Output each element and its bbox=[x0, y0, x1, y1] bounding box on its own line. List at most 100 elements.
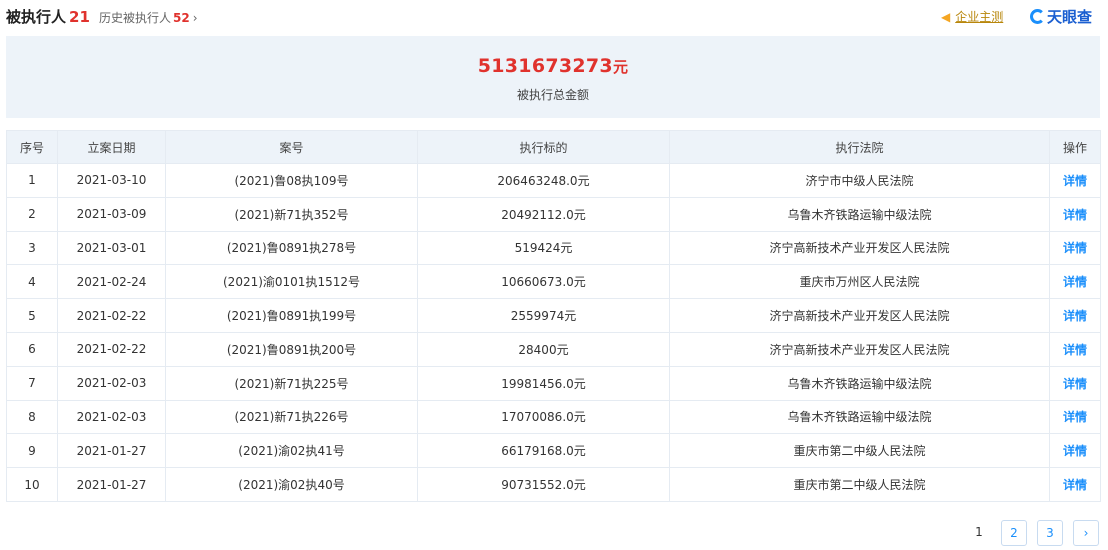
header-col-index: 序号 bbox=[6, 130, 58, 164]
table-row: 4 2021-02-24 (2021)渝0101执1512号 10660673.0元重… bbox=[6, 264, 1101, 300]
court-name-cell: 济宁市中级人民法院 bbox=[669, 163, 1050, 198]
details-link[interactable]: 详情 bbox=[1063, 309, 1087, 323]
header-col-court: 执行法院 bbox=[669, 130, 1050, 164]
header-col-filing-date: 立案日期 bbox=[57, 130, 166, 164]
court-name-cell: 重庆市第二中级人民法院 bbox=[669, 433, 1050, 469]
next-page-button[interactable]: › bbox=[1073, 520, 1099, 546]
execution-amount-cell: 206463248.0元 bbox=[417, 163, 670, 198]
executed-table: 序号 立案日期 案号 执行标的 执行法院 操作 1 2021-03-10 (2021)鲁08执… bbox=[6, 130, 1101, 502]
case-number-cell: (2021)鲁0891执200号 bbox=[165, 331, 418, 367]
row-index-cell: 3 bbox=[6, 230, 58, 266]
court-name-cell: 济宁高新技术产业开发区人民法院 bbox=[669, 331, 1050, 367]
filing-date-cell: 2021-03-01 bbox=[57, 230, 166, 266]
page-current: 1 bbox=[975, 525, 983, 539]
header-col-action: 操作 bbox=[1049, 130, 1101, 164]
case-number-cell: (2021)渝02执41号 bbox=[165, 433, 418, 469]
vip-label: 企业主测 bbox=[955, 10, 1004, 24]
details-link[interactable]: 详情 bbox=[1063, 377, 1087, 391]
table-row: 6 2021-02-22 (2021)鲁0891执200号 28400元 济宁高新技术产… bbox=[6, 331, 1101, 367]
execution-amount-cell: 28400元 bbox=[417, 331, 670, 367]
case-number-cell: (2021)鲁08执109号 bbox=[165, 163, 418, 198]
court-name-cell: 重庆市万州区人民法院 bbox=[669, 264, 1050, 300]
header-col-case-number: 案号 bbox=[165, 130, 418, 164]
top-bar: 被执行人 21 历史被执行人 52 › ◀ 企业主测 天眼查 bbox=[0, 0, 1108, 34]
details-link[interactable]: 详情 bbox=[1063, 444, 1087, 458]
history-executed-link[interactable]: 历史被执行人 52 › bbox=[99, 9, 198, 26]
filing-date-cell: 2021-02-24 bbox=[57, 264, 166, 300]
row-index-cell: 1 bbox=[6, 163, 58, 198]
brand-name: 天眼查 bbox=[1047, 8, 1093, 26]
filing-date-cell: 2021-03-10 bbox=[57, 163, 166, 198]
case-number-cell: (2021)渝02执40号 bbox=[165, 467, 418, 502]
details-link-cell: 详情 bbox=[1049, 433, 1101, 469]
details-link[interactable]: 详情 bbox=[1063, 174, 1087, 188]
row-index-cell: 10 bbox=[6, 467, 58, 502]
speaker-icon: ◀ bbox=[941, 10, 951, 24]
filing-date-cell: 2021-01-27 bbox=[57, 467, 166, 502]
details-link[interactable]: 详情 bbox=[1063, 343, 1087, 357]
details-link[interactable]: 详情 bbox=[1063, 478, 1087, 492]
case-number-cell: (2021)新71执226号 bbox=[165, 399, 418, 435]
details-link[interactable]: 详情 bbox=[1063, 241, 1087, 255]
summary-panel: 5131673273元 被执行总金额 bbox=[6, 36, 1100, 118]
tianyancha-logo-icon bbox=[1030, 9, 1045, 24]
section-title-count: 21 bbox=[69, 8, 90, 26]
case-number-cell: (2021)新71执225号 bbox=[165, 365, 418, 401]
row-index-cell: 4 bbox=[6, 264, 58, 300]
page-3-button[interactable]: 3 bbox=[1037, 520, 1063, 546]
row-index-cell: 2 bbox=[6, 196, 58, 232]
court-name-cell: 乌鲁木齐铁路运输中级法院 bbox=[669, 365, 1050, 401]
row-index-cell: 8 bbox=[6, 399, 58, 435]
total-amount: 5131673273元 bbox=[6, 55, 1100, 77]
row-index-cell: 5 bbox=[6, 298, 58, 333]
vip-link[interactable]: ◀ 企业主测 bbox=[941, 8, 1003, 25]
table-row: 8 2021-02-03 (2021)新71执226号 17070086.0元 乌鲁木齐… bbox=[6, 399, 1101, 435]
details-link-cell: 详情 bbox=[1049, 399, 1101, 435]
execution-amount-cell: 90731552.0元 bbox=[417, 467, 670, 502]
filing-date-cell: 2021-02-03 bbox=[57, 399, 166, 435]
total-amount-value: 5131673273 bbox=[477, 55, 613, 77]
page-2-button[interactable]: 2 bbox=[1001, 520, 1027, 546]
court-name-cell: 济宁高新技术产业开发区人民法院 bbox=[669, 298, 1050, 333]
table-row: 2 2021-03-09 (2021)新71执352号 20492112.0元 乌鲁木齐… bbox=[6, 196, 1101, 232]
brand-logo: 天眼查 bbox=[1030, 6, 1092, 27]
row-index-cell: 6 bbox=[6, 331, 58, 367]
section-title-label: 被执行人 bbox=[6, 8, 67, 26]
details-link-cell: 详情 bbox=[1049, 298, 1101, 333]
court-name-cell: 乌鲁木齐铁路运输中级法院 bbox=[669, 196, 1050, 232]
total-amount-unit: 元 bbox=[612, 58, 629, 76]
total-amount-label: 被执行总金额 bbox=[516, 88, 589, 102]
details-link-cell: 详情 bbox=[1049, 230, 1101, 266]
execution-amount-cell: 2559974元 bbox=[417, 298, 670, 333]
filing-date-cell: 2021-01-27 bbox=[57, 433, 166, 469]
details-link-cell: 详情 bbox=[1049, 467, 1101, 502]
case-number-cell: (2021)渝0101执1512号 bbox=[165, 264, 418, 300]
table-row: 5 2021-02-22 (2021)鲁0891执199号 2559974元 济宁高新技… bbox=[6, 298, 1101, 333]
details-link[interactable]: 详情 bbox=[1063, 275, 1087, 289]
execution-amount-cell: 17070086.0元 bbox=[417, 399, 670, 435]
table-header-row: 序号 立案日期 案号 执行标的 执行法院 操作 bbox=[6, 130, 1101, 164]
case-number-cell: (2021)新71执352号 bbox=[165, 196, 418, 232]
case-number-cell: (2021)鲁0891执199号 bbox=[165, 298, 418, 333]
section-title: 被执行人 21 bbox=[6, 6, 90, 27]
table-body: 1 2021-03-10 (2021)鲁08执109号 206463248.0元 济宁市… bbox=[6, 163, 1101, 502]
details-link-cell: 详情 bbox=[1049, 196, 1101, 232]
row-index-cell: 9 bbox=[6, 433, 58, 469]
execution-amount-cell: 20492112.0元 bbox=[417, 196, 670, 232]
details-link-cell: 详情 bbox=[1049, 331, 1101, 367]
table-row: 1 2021-03-10 (2021)鲁08执109号 206463248.0元 济宁市… bbox=[6, 163, 1101, 198]
court-name-cell: 济宁高新技术产业开发区人民法院 bbox=[669, 230, 1050, 266]
details-link[interactable]: 详情 bbox=[1063, 208, 1087, 222]
execution-amount-cell: 19981456.0元 bbox=[417, 365, 670, 401]
filing-date-cell: 2021-02-03 bbox=[57, 365, 166, 401]
execution-amount-cell: 66179168.0元 bbox=[417, 433, 670, 469]
row-index-cell: 7 bbox=[6, 365, 58, 401]
table-row: 10 2021-01-27 (2021)渝02执40号 90731552.0元 重庆市第… bbox=[6, 467, 1101, 502]
header-col-amount: 执行标的 bbox=[417, 130, 670, 164]
chevron-right-icon: › bbox=[192, 11, 198, 25]
filing-date-cell: 2021-02-22 bbox=[57, 331, 166, 367]
details-link[interactable]: 详情 bbox=[1063, 410, 1087, 424]
case-number-cell: (2021)鲁0891执278号 bbox=[165, 230, 418, 266]
details-link-cell: 详情 bbox=[1049, 365, 1101, 401]
court-name-cell: 乌鲁木齐铁路运输中级法院 bbox=[669, 399, 1050, 435]
